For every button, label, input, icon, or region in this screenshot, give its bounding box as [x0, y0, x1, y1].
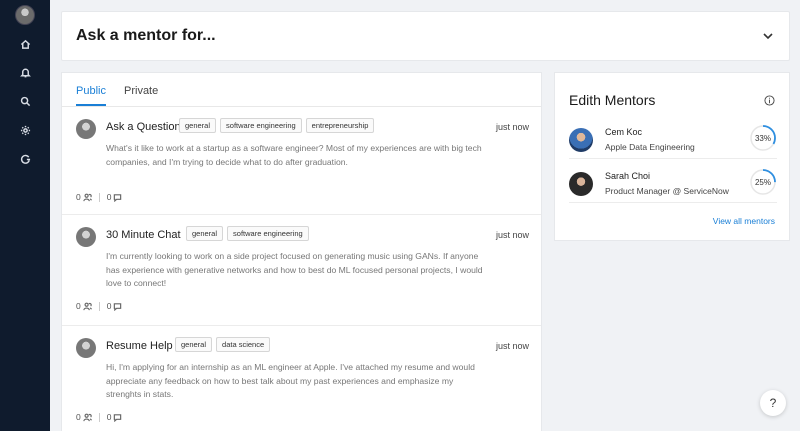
feed-panel: Public Private Ask a Question general so…	[61, 72, 542, 431]
post-tags: general software engineering entrepreneu…	[179, 118, 375, 133]
tag[interactable]: general	[175, 337, 213, 352]
mentors-title: Edith Mentors	[569, 92, 656, 108]
help-button[interactable]: ?	[760, 390, 786, 416]
mentor-name: Cem Koc	[605, 127, 643, 137]
match-percent: 25%	[754, 177, 771, 187]
ask-mentor-card[interactable]: Ask a mentor for...	[61, 11, 790, 61]
comment-icon	[114, 413, 122, 422]
post-avatar	[76, 119, 96, 139]
post-body: What's it like to work at a startup as a…	[106, 143, 482, 167]
post-tags: general data science	[175, 337, 271, 352]
mentor-row[interactable]: Sarah Choi Product Manager @ ServiceNow …	[569, 163, 777, 203]
tab-public[interactable]: Public	[76, 85, 106, 97]
comments-button[interactable]: 0	[107, 301, 123, 311]
post-title: Ask a Question	[106, 121, 181, 133]
match-ring: 25%	[749, 168, 777, 196]
comments-button[interactable]: 0	[107, 412, 123, 422]
mentor-name: Sarah Choi	[605, 171, 651, 181]
sidebar	[0, 0, 50, 431]
people-icon	[83, 413, 92, 421]
post-stats: 0 0	[76, 412, 122, 422]
tag[interactable]: software engineering	[220, 118, 302, 133]
gear-icon[interactable]	[15, 120, 35, 140]
comment-count: 0	[106, 301, 112, 311]
home-icon[interactable]	[15, 34, 35, 54]
active-tab-indicator	[76, 104, 106, 106]
post-time: just now	[495, 122, 529, 132]
upvote-button[interactable]: 0	[76, 192, 92, 202]
mentor-avatar	[569, 128, 593, 152]
mentor-role: Apple Data Engineering	[605, 142, 695, 152]
people-icon	[83, 193, 92, 201]
post-title: Resume Help	[106, 340, 173, 352]
stats-divider	[98, 301, 100, 311]
post-body: Hi, I'm applying for an internship as an…	[106, 362, 475, 399]
mentor-avatar	[569, 172, 593, 196]
comment-icon	[114, 193, 122, 202]
tag[interactable]: general	[186, 226, 224, 241]
people-icon	[83, 302, 92, 310]
tag[interactable]: entrepreneurship	[305, 118, 375, 133]
post-body: I'm currently looking to work on a side …	[106, 251, 483, 288]
post-tags: general software engineering	[186, 226, 309, 241]
user-avatar[interactable]	[15, 5, 35, 25]
chevron-down-icon[interactable]	[761, 29, 775, 43]
post-avatar	[76, 338, 96, 358]
bell-icon[interactable]	[15, 62, 35, 82]
info-icon[interactable]	[764, 93, 775, 106]
match-ring: 33%	[749, 124, 777, 152]
tag[interactable]: general	[179, 118, 217, 133]
mentor-row[interactable]: Cem Koc Apple Data Engineering 33%	[569, 119, 777, 159]
feed-tabs: Public Private	[62, 73, 541, 107]
tab-private[interactable]: Private	[124, 85, 158, 97]
post-avatar	[76, 227, 96, 247]
match-percent: 33%	[754, 133, 771, 143]
tag[interactable]: data science	[216, 337, 271, 352]
post-item[interactable]: Ask a Question general software engineer…	[62, 107, 541, 215]
comments-button[interactable]: 0	[107, 192, 123, 202]
stats-divider	[98, 192, 100, 202]
search-icon[interactable]	[15, 91, 35, 111]
mentor-role: Product Manager @ ServiceNow	[605, 186, 729, 196]
post-time: just now	[495, 230, 529, 240]
comment-count: 0	[106, 192, 112, 202]
upvote-count: 0	[76, 301, 81, 311]
mentors-panel: Edith Mentors Cem Koc Apple Data Enginee…	[554, 72, 790, 241]
post-time: just now	[495, 341, 529, 351]
post-stats: 0 0	[76, 301, 122, 311]
upvote-button[interactable]: 0	[76, 412, 92, 422]
upvote-count: 0	[76, 412, 81, 422]
post-title: 30 Minute Chat	[106, 229, 181, 241]
upvote-count: 0	[76, 192, 81, 202]
ask-mentor-title: Ask a mentor for...	[76, 27, 216, 44]
tag[interactable]: software engineering	[227, 226, 309, 241]
view-all-mentors-link[interactable]: View all mentors	[713, 216, 775, 226]
logout-icon[interactable]	[15, 149, 35, 169]
upvote-button[interactable]: 0	[76, 301, 92, 311]
post-stats: 0 0	[76, 192, 122, 202]
post-item[interactable]: 30 Minute Chat general software engineer…	[62, 215, 541, 326]
comment-icon	[114, 302, 122, 311]
comment-count: 0	[106, 412, 112, 422]
post-item[interactable]: Resume Help general data science just no…	[62, 326, 541, 431]
stats-divider	[98, 412, 100, 422]
